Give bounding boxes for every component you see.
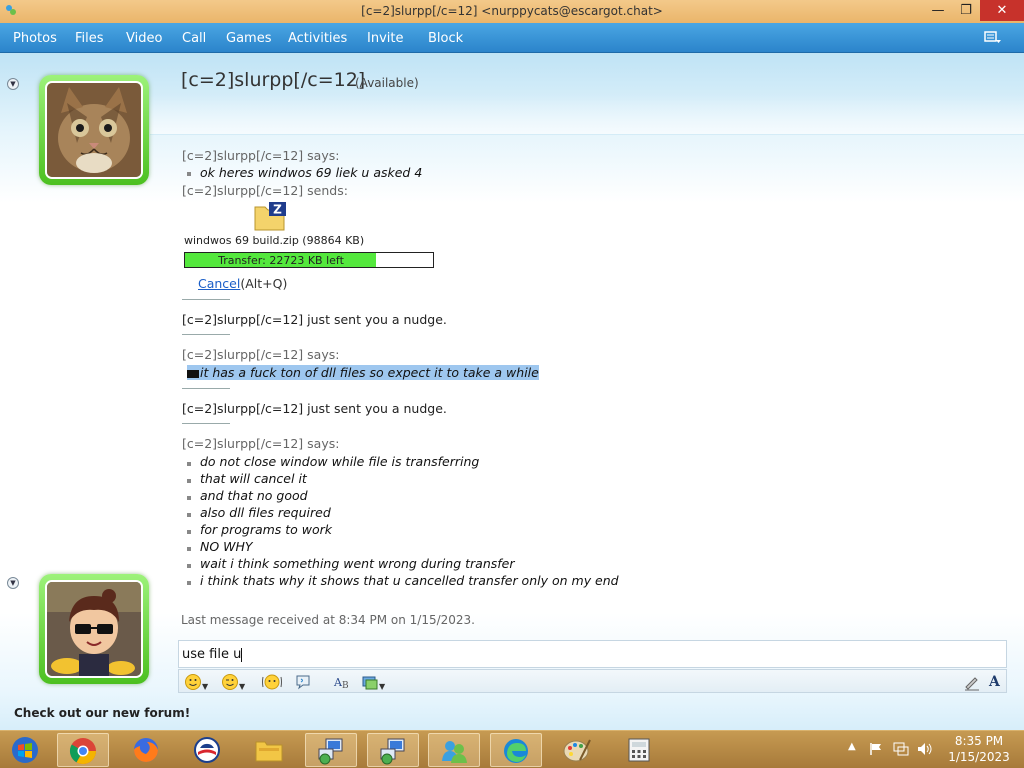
sender-line: [c=2]slurpp[/c=12] says: [182,148,340,163]
selection-marker [187,369,199,378]
menu-games[interactable]: Games [226,31,271,46]
contact-avatar[interactable] [39,75,149,185]
file-explorer-icon[interactable] [244,733,296,767]
message-input-text: use file u [182,647,242,662]
message-text: also dll files required [200,505,331,520]
message-text: ok heres windwos 69 liek u asked 4 [200,165,423,180]
message-text: NO WHY [200,539,253,554]
selected-message[interactable]: it has a fuck ton of dll files so expect… [187,365,539,380]
message-bullet [187,462,191,466]
file-name: windwos 69 build.zip (98864 KB) [184,234,365,247]
nudge-icon[interactable] [261,673,283,691]
minimize-icon[interactable]: — [924,0,952,21]
menu-video[interactable]: Video [126,31,162,46]
clock-date: 1/15/2023 [948,750,1010,764]
calculator-icon[interactable] [614,733,666,767]
title-bar: [c=2]slurpp[/c=12] <nurppycats@escargot.… [0,0,1024,23]
window-title: [c=2]slurpp[/c=12] <nurppycats@escargot.… [361,4,663,18]
menu-activities[interactable]: Activities [288,31,347,46]
message-text: it has a fuck ton of dll files so expect… [200,365,539,380]
cat-picture [47,83,141,177]
cancel-transfer-link[interactable]: Cancel [198,276,240,291]
contact-status: (Available) [355,76,419,90]
selected-message-row: it has a fuck ton of dll files so expect… [187,365,539,380]
forum-link[interactable]: Check out our new forum! [14,706,190,720]
network-tray-icon[interactable] [893,742,909,756]
message-bullet [187,581,191,585]
message-bullet [187,564,191,568]
header-decoration [150,95,1024,135]
message-bullet [187,496,191,500]
message-bullet [187,172,191,176]
menu-files[interactable]: Files [75,31,104,46]
background-icon[interactable]: ▼ [361,673,385,691]
cancel-shortcut: (Alt+Q) [240,276,288,291]
message-input[interactable]: use file u [178,640,1007,668]
maximize-icon[interactable]: ❐ [952,0,980,21]
collapse-user-icon[interactable]: ▼ [7,577,19,589]
action-center-flag-icon[interactable] [869,742,883,756]
close-icon[interactable]: ✕ [980,0,1024,21]
menu-bar: Photos Files Video Call Games Activities… [0,23,1024,53]
clock-time: 8:35 PM [954,734,1004,748]
message-bullet [187,530,191,534]
obama-icon[interactable] [182,733,234,767]
nudge-notice: [c=2]slurpp[/c=12] just sent you a nudge… [182,312,447,327]
last-message-timestamp: Last message received at 8:34 PM on 1/15… [181,613,475,627]
sender-line: [c=2]slurpp[/c=12] says: [182,347,340,362]
cancel-transfer-row: Cancel(Alt+Q) [198,276,287,291]
text-caret [241,647,243,662]
menu-photos[interactable]: Photos [13,31,57,46]
volume-icon[interactable] [917,742,933,756]
network-app-icon[interactable] [305,733,357,767]
voice-clip-icon[interactable] [294,673,312,691]
start-orb-icon[interactable] [0,733,52,767]
sender-line: [c=2]slurpp[/c=12] says: [182,436,340,451]
taskbar: ▲ [0,730,1024,768]
divider [182,334,230,335]
network-app-2-icon[interactable] [367,733,419,767]
menu-block[interactable]: Block [428,31,463,46]
message-text: i think thats why it shows that u cancel… [200,573,619,588]
svg-text:B: B [342,681,349,691]
transfer-progress-bar: Transfer: 22723 KB left [184,252,434,268]
collapse-contact-icon[interactable]: ▼ [7,78,19,90]
text-mode-icon[interactable]: A [989,673,1000,691]
zip-file-icon[interactable]: Z [254,201,288,231]
message-text: for programs to work [200,522,333,537]
message-text: that will cancel it [200,471,307,486]
file-sender-line: [c=2]slurpp[/c=12] sends: [182,183,348,198]
transfer-status: Transfer: 22723 KB left [218,254,344,267]
message-text: do not close window while file is transf… [200,454,480,469]
divider [182,423,230,424]
divider [182,299,230,300]
font-icon[interactable]: AB [333,673,353,691]
show-hidden-icons-icon[interactable]: ▲ [848,741,856,752]
nudge-notice: [c=2]slurpp[/c=12] just sent you a nudge… [182,401,447,416]
message-bullet [187,479,191,483]
message-bullet [187,547,191,551]
firefox-icon[interactable] [121,733,173,767]
conversation-pane [0,53,1024,730]
paint-icon[interactable] [552,733,604,767]
options-menu-icon[interactable] [984,30,1002,46]
emoticon-icon[interactable]: ▼ [184,673,208,691]
contact-name: [c=2]slurpp[/c=12] [181,69,366,91]
taskbar-clock[interactable]: 8:35 PM 1/15/2023 [944,733,1014,765]
messenger-icon[interactable] [428,733,480,767]
menu-invite[interactable]: Invite [367,31,403,46]
menu-call[interactable]: Call [182,31,206,46]
handwriting-icon[interactable] [963,673,981,691]
svg-text:Z: Z [273,203,282,217]
wink-icon[interactable]: ▼ [221,673,245,691]
message-bullet [187,513,191,517]
cartoon-avatar-picture [47,582,141,676]
compose-toolbar: ▼ ▼ AB ▼ A [178,669,1007,693]
message-text: wait i think something went wrong during… [200,556,515,571]
user-avatar[interactable] [39,574,149,684]
divider [182,388,230,389]
message-text: and that no good [200,488,308,503]
edge-icon[interactable] [490,733,542,767]
chrome-icon[interactable] [57,733,109,767]
